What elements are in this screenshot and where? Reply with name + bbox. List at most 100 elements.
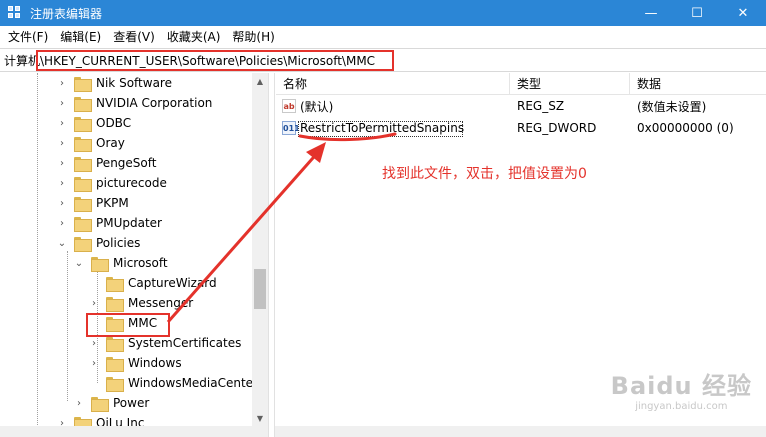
window-title: 注册表编辑器 — [30, 6, 103, 21]
value-name: RestrictToPermittedSnapins — [300, 121, 465, 135]
folder-icon — [74, 236, 92, 252]
chevron-down-icon[interactable]: ⌄ — [56, 238, 68, 249]
tree-guide-line — [37, 73, 38, 437]
tree-item-label: Nik Software — [96, 76, 172, 90]
pane-splitter[interactable] — [268, 73, 275, 437]
tree-item-policies[interactable]: ⌄ Policies — [56, 233, 140, 253]
watermark-logo: Baidu 经验 — [610, 372, 752, 400]
tree-guide-line — [67, 251, 68, 401]
value-data: 0x00000000 (0) — [637, 121, 734, 135]
scroll-up-icon[interactable]: ▲ — [252, 73, 268, 89]
value-type: REG_DWORD — [517, 121, 597, 135]
tree-item-nvidia[interactable]: › NVIDIA Corporation — [56, 93, 212, 113]
list-horizontal-scrollbar[interactable] — [275, 426, 766, 437]
folder-icon — [74, 216, 92, 232]
tree-item-label: Power — [113, 396, 150, 410]
address-highlight-box — [36, 50, 394, 71]
folder-icon — [106, 356, 124, 372]
folder-icon — [106, 376, 124, 392]
folder-icon — [74, 76, 92, 92]
dword-value-icon: 011 — [282, 121, 300, 135]
folder-icon — [74, 196, 92, 212]
menu-view[interactable]: 查看(V) — [107, 26, 161, 48]
menu-file[interactable]: 文件(F) — [2, 26, 54, 48]
tree-item-odbc[interactable]: › ODBC — [56, 113, 131, 133]
scroll-thumb[interactable] — [254, 269, 266, 309]
registry-editor-icon — [8, 6, 22, 20]
value-data: (数值未设置) — [637, 99, 707, 114]
chevron-right-icon[interactable]: › — [56, 118, 68, 129]
menu-help[interactable]: 帮助(H) — [226, 26, 280, 48]
folder-icon — [106, 276, 124, 292]
menu-edit[interactable]: 编辑(E) — [54, 26, 107, 48]
tree-item-messenger[interactable]: › Messenger — [88, 293, 193, 313]
chevron-right-icon[interactable]: › — [56, 78, 68, 89]
scroll-down-icon[interactable]: ▼ — [252, 410, 268, 426]
title-bar: 注册表编辑器 — ☐ ✕ — [0, 0, 766, 26]
tree-scrollbar[interactable]: ▲ ▼ — [252, 73, 268, 426]
folder-icon — [74, 136, 92, 152]
tree-item-power[interactable]: › Power — [73, 393, 149, 413]
tree-item-windowsmediacenter[interactable]: WindowsMediaCenter — [88, 373, 258, 393]
folder-icon — [74, 156, 92, 172]
watermark-url: jingyan.baidu.com — [635, 401, 728, 412]
tree-item-pkpm[interactable]: › PKPM — [56, 193, 129, 213]
tree-item-picturecode[interactable]: › picturecode — [56, 173, 167, 193]
chevron-right-icon[interactable]: › — [56, 138, 68, 149]
tree-item-pmupdater[interactable]: › PMUpdater — [56, 213, 162, 233]
menu-favorites[interactable]: 收藏夹(A) — [161, 26, 227, 48]
folder-icon — [91, 256, 109, 272]
tree-item-label: WindowsMediaCenter — [128, 376, 258, 390]
folder-icon — [106, 336, 124, 352]
chevron-right-icon[interactable]: › — [88, 358, 100, 369]
value-row-default[interactable]: ab (默认) REG_SZ (数值未设置) — [276, 96, 766, 116]
column-type[interactable]: 类型 — [510, 73, 630, 95]
value-row-restricttopermittedsnapins[interactable]: 011 RestrictToPermittedSnapins REG_DWORD… — [276, 118, 766, 138]
maximize-button[interactable]: ☐ — [674, 0, 720, 26]
mmc-highlight-box — [86, 313, 170, 337]
tree-item-label: picturecode — [96, 176, 167, 190]
menu-bar: 文件(F) 编辑(E) 查看(V) 收藏夹(A) 帮助(H) — [0, 26, 766, 48]
list-header: 名称 类型 数据 — [276, 73, 766, 95]
folder-icon — [91, 396, 109, 412]
chevron-right-icon[interactable]: › — [88, 298, 100, 309]
tree-item-pengesoft[interactable]: › PengeSoft — [56, 153, 156, 173]
tree-item-label: Policies — [96, 236, 141, 250]
chevron-right-icon[interactable]: › — [88, 338, 100, 349]
chevron-right-icon[interactable]: › — [73, 398, 85, 409]
chevron-right-icon[interactable]: › — [56, 198, 68, 209]
chevron-right-icon[interactable]: › — [56, 158, 68, 169]
column-name[interactable]: 名称 — [276, 73, 510, 95]
address-bar[interactable]: 计算机\HKEY_CURRENT_USER\Software\Policies\… — [0, 48, 766, 72]
folder-icon — [74, 96, 92, 112]
tree-item-nik-software[interactable]: › Nik Software — [56, 73, 172, 93]
chevron-right-icon[interactable]: › — [56, 98, 68, 109]
chevron-right-icon[interactable]: › — [56, 178, 68, 189]
tree-item-oray[interactable]: › Oray — [56, 133, 125, 153]
value-name: (默认) — [300, 99, 334, 114]
tree-item-capturewizard[interactable]: CaptureWizard — [88, 273, 217, 293]
close-button[interactable]: ✕ — [720, 0, 766, 26]
tree-item-label: PKPM — [96, 196, 129, 210]
column-data[interactable]: 数据 — [630, 73, 766, 95]
folder-icon — [74, 116, 92, 132]
tree-item-label: Microsoft — [113, 256, 168, 270]
tree-item-windows[interactable]: › Windows — [88, 353, 182, 373]
folder-icon — [74, 176, 92, 192]
annotation-text: 找到此文件，双击，把值设置为0 — [382, 166, 587, 182]
string-value-icon: ab — [282, 99, 296, 113]
tree-item-label: CaptureWizard — [128, 276, 217, 290]
tree-item-microsoft[interactable]: ⌄ Microsoft — [73, 253, 168, 273]
tree-item-label: ODBC — [96, 116, 132, 130]
folder-icon — [106, 296, 124, 312]
tree-item-label: Oray — [96, 136, 125, 150]
chevron-right-icon[interactable]: › — [56, 218, 68, 229]
tree-horizontal-scrollbar[interactable] — [0, 426, 268, 437]
tree-item-label: Messenger — [128, 296, 194, 310]
tree-item-label: PMUpdater — [96, 216, 162, 230]
tree-item-label: PengeSoft — [96, 156, 157, 170]
tree-item-label: NVIDIA Corporation — [96, 96, 213, 110]
minimize-button[interactable]: — — [628, 0, 674, 26]
chevron-down-icon[interactable]: ⌄ — [73, 258, 85, 269]
tree-item-label: Windows — [128, 356, 182, 370]
